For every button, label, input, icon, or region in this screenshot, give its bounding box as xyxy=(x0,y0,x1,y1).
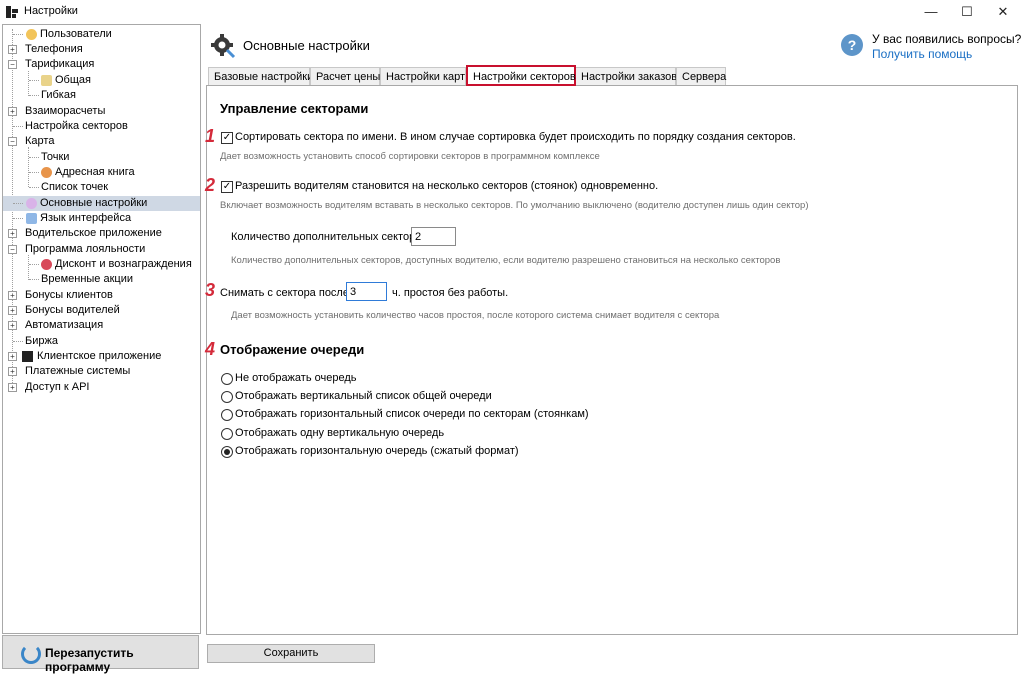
tree-item-settlements[interactable]: + Взаиморасчеты xyxy=(3,104,200,119)
settings-content-panel xyxy=(206,85,1018,635)
collapse-icon[interactable]: − xyxy=(8,245,17,254)
queue-option-single-vertical-radio[interactable] xyxy=(221,428,233,440)
tree-item-tariff-general[interactable]: Общая xyxy=(3,73,200,88)
extra-sectors-input[interactable] xyxy=(411,227,456,246)
address-book-icon xyxy=(41,167,52,178)
remove-after-hint: Дает возможность установить количество ч… xyxy=(231,310,720,321)
maximize-button[interactable]: ☐ xyxy=(950,0,984,24)
minimize-button[interactable]: — xyxy=(914,0,948,24)
tree-item-temporary-promos[interactable]: Временные акции xyxy=(3,272,200,287)
language-icon xyxy=(26,213,37,224)
expand-icon[interactable]: + xyxy=(8,45,17,54)
section-title-queue: Отображение очереди xyxy=(220,342,365,357)
sort-by-name-hint: Дает возможность установить способ сорти… xyxy=(220,151,600,162)
remove-after-hours-input[interactable] xyxy=(346,282,387,301)
tree-item-sector-settings[interactable]: Настройка секторов xyxy=(3,119,200,134)
help-icon[interactable]: ? xyxy=(841,34,863,56)
collapse-icon[interactable]: − xyxy=(8,137,17,146)
extra-sectors-hint: Количество дополнительных секторов, дост… xyxy=(231,255,781,266)
queue-option-label: Не отображать очередь xyxy=(235,372,357,384)
multi-sector-hint: Включает возможность водителям вставать … xyxy=(220,200,809,211)
multi-sector-checkbox[interactable]: ✓ xyxy=(221,181,233,193)
save-button[interactable]: Сохранить xyxy=(207,644,375,663)
tree-item-telephony[interactable]: + Телефония xyxy=(3,42,200,57)
expand-icon[interactable]: + xyxy=(8,229,17,238)
queue-option-vertical-list-radio[interactable] xyxy=(221,391,233,403)
remove-after-unit-label: ч. простоя без работы. xyxy=(392,287,509,299)
queue-option-none-radio[interactable] xyxy=(221,373,233,385)
sort-by-name-label: Сортировать сектора по имени. В ином слу… xyxy=(235,131,796,143)
expand-icon[interactable]: + xyxy=(8,383,17,392)
restart-program-button[interactable]: Перезапустить программу xyxy=(2,635,199,674)
gear-icon xyxy=(211,34,236,59)
extra-sectors-label: Количество дополнительных секторов xyxy=(231,231,428,243)
marker-3: 3 xyxy=(205,280,216,300)
tree-item-discounts[interactable]: Дисконт и вознаграждения xyxy=(3,257,200,272)
tree-item-interface-language[interactable]: Язык интерфейса xyxy=(3,211,200,226)
expand-icon[interactable]: + xyxy=(8,352,17,361)
tree-item-payment-systems[interactable]: + Платежные системы xyxy=(3,364,200,379)
expand-icon[interactable]: + xyxy=(8,306,17,315)
tree-item-client-bonuses[interactable]: + Бонусы клиентов xyxy=(3,288,200,303)
tree-item-driver-bonuses[interactable]: + Бонусы водителей xyxy=(3,303,200,318)
settings-icon xyxy=(26,198,37,209)
marker-4: 4 xyxy=(205,339,216,359)
tree-item-points-list[interactable]: Список точек xyxy=(3,180,200,195)
expand-icon[interactable]: + xyxy=(8,291,17,300)
restart-icon xyxy=(21,644,41,664)
section-title-sectors: Управление секторами xyxy=(220,101,369,116)
expand-icon[interactable]: + xyxy=(8,321,17,330)
tree-item-users[interactable]: Пользователи xyxy=(3,27,200,42)
users-icon xyxy=(26,29,37,40)
tree-item-tariff-flexible[interactable]: Гибкая xyxy=(3,88,200,103)
multi-sector-label: Разрешить водителям становится на нескол… xyxy=(235,180,659,192)
tab-sector-settings[interactable]: Настройки секторов xyxy=(466,65,576,86)
tree-item-exchange[interactable]: Биржа xyxy=(3,334,200,349)
tree-item-main-settings[interactable]: Основные настройки xyxy=(3,196,200,211)
window-title: Настройки xyxy=(24,5,78,17)
tab-basic-settings[interactable]: Базовые настройки xyxy=(208,67,313,85)
get-help-link[interactable]: Получить помощь xyxy=(872,47,972,61)
close-button[interactable]: ✕ xyxy=(986,0,1020,24)
collapse-icon[interactable]: − xyxy=(8,60,17,69)
expand-icon[interactable]: + xyxy=(8,107,17,116)
sort-by-name-checkbox[interactable]: ✓ xyxy=(221,132,233,144)
page-title: Основные настройки xyxy=(243,38,370,53)
marker-2: 2 xyxy=(205,175,216,195)
help-question: У вас появились вопросы? xyxy=(872,32,1022,46)
queue-option-label: Отображать одну вертикальную очередь xyxy=(235,427,445,439)
marker-1: 1 xyxy=(205,126,216,146)
tree-item-map[interactable]: − Карта xyxy=(3,134,200,149)
tree-item-api-access[interactable]: + Доступ к API xyxy=(3,380,200,395)
tree-item-points[interactable]: Точки xyxy=(3,150,200,165)
tree-item-driver-app[interactable]: + Водительское приложение xyxy=(3,226,200,241)
queue-option-label: Отображать вертикальный список общей оче… xyxy=(235,390,492,402)
qr-icon xyxy=(22,351,33,362)
queue-option-label: Отображать горизонтальный список очереди… xyxy=(235,408,589,420)
tree-item-client-app[interactable]: + Клиентское приложение xyxy=(3,349,200,364)
app-icon xyxy=(6,6,18,18)
tree-item-loyalty[interactable]: − Программа лояльности xyxy=(3,242,200,257)
title-bar: Настройки — ☐ ✕ xyxy=(0,0,1024,24)
tab-map-settings[interactable]: Настройки карт xyxy=(380,67,466,85)
tree-item-automation[interactable]: + Автоматизация xyxy=(3,318,200,333)
tree-item-address-book[interactable]: Адресная книга xyxy=(3,165,200,180)
remove-after-label: Снимать с сектора после xyxy=(220,287,349,299)
tab-order-settings[interactable]: Настройки заказов xyxy=(575,67,677,85)
tab-servers[interactable]: Сервера xyxy=(676,67,726,85)
discount-icon xyxy=(41,259,52,270)
tab-price-calculation[interactable]: Расчет цены xyxy=(310,67,380,85)
queue-option-horizontal-compact-radio[interactable] xyxy=(221,446,233,458)
tree-item-tariffs[interactable]: − Тарификация xyxy=(3,57,200,72)
queue-option-horizontal-sectors-radio[interactable] xyxy=(221,409,233,421)
expand-icon[interactable]: + xyxy=(8,367,17,376)
queue-option-label: Отображать горизонтальную очередь (сжаты… xyxy=(235,445,519,457)
tariff-icon xyxy=(41,75,52,86)
settings-tree[interactable]: Пользователи + Телефония − Тарификация О… xyxy=(2,24,201,634)
